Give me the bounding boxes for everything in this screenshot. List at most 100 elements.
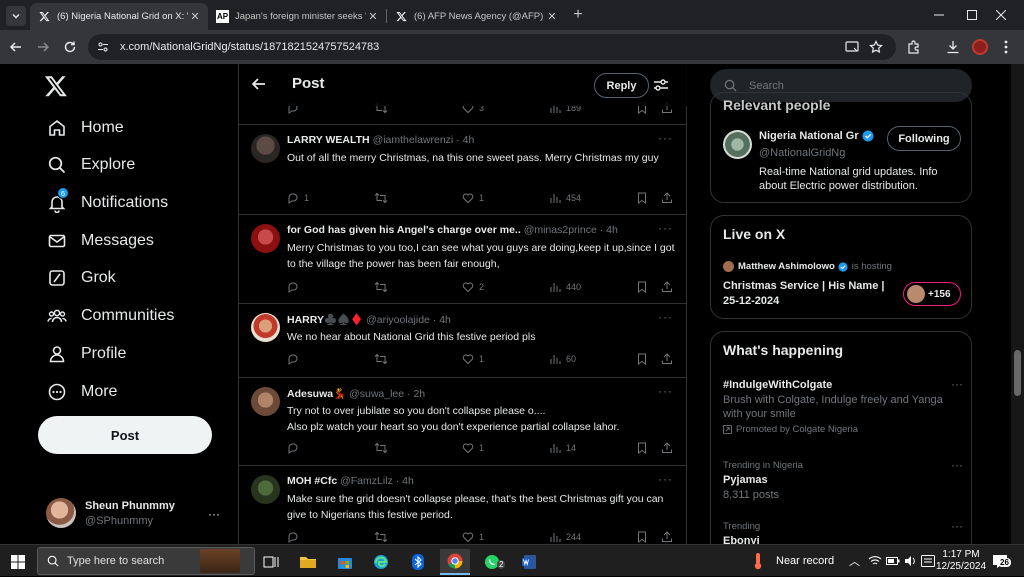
- like-action[interactable]: 1: [462, 530, 484, 544]
- language-icon[interactable]: [921, 545, 935, 577]
- reply-post[interactable]: MOH #Cfc @FamzLilz · 4h ··· Make sure th…: [239, 466, 687, 544]
- reply-action[interactable]: [287, 530, 299, 544]
- share-action[interactable]: [661, 280, 673, 294]
- timestamp[interactable]: 4h: [606, 224, 618, 236]
- nav-communities[interactable]: Communities: [46, 304, 174, 328]
- reply-action[interactable]: [287, 441, 299, 455]
- like-action[interactable]: 1: [462, 191, 484, 205]
- avatar[interactable]: [251, 387, 280, 416]
- live-listeners-pill[interactable]: +156: [903, 282, 961, 306]
- install-app-icon[interactable]: [842, 37, 862, 57]
- windows-start-icon[interactable]: [3, 549, 33, 575]
- more-dots-icon[interactable]: ···: [208, 507, 220, 521]
- whatsapp-icon[interactable]: 2: [477, 549, 507, 575]
- chrome-taskbar-icon[interactable]: [440, 549, 470, 575]
- reply-post[interactable]: LARRY WEALTH @iamthelawrenzi · 4h ··· Ou…: [239, 125, 687, 215]
- store-icon[interactable]: [330, 549, 360, 575]
- trend-item[interactable]: Trending in Nigeria Pyjamas 8,311 posts …: [723, 458, 963, 502]
- taskbar-search-input[interactable]: Type here to search: [37, 547, 255, 575]
- bookmark-action[interactable]: [637, 441, 647, 455]
- timestamp[interactable]: 4h: [439, 314, 451, 326]
- share-action[interactable]: [661, 352, 673, 366]
- reply-post[interactable]: Adesuwa💃 @suwa_lee · 2h ··· Try not to o…: [239, 378, 687, 466]
- close-tab-icon[interactable]: ✕: [188, 10, 202, 23]
- avatar[interactable]: [251, 475, 280, 504]
- file-explorer-icon[interactable]: [293, 549, 323, 575]
- repost-action[interactable]: [374, 191, 388, 205]
- close-window-button[interactable]: [978, 0, 1024, 30]
- display-name[interactable]: LARRY WEALTH: [287, 134, 370, 146]
- bluetooth-icon[interactable]: [403, 549, 433, 575]
- more-dots-icon[interactable]: ···: [951, 377, 963, 391]
- avatar[interactable]: [723, 130, 752, 159]
- profile-name-row[interactable]: Nigeria National Gr: [759, 130, 874, 142]
- avatar[interactable]: [251, 224, 280, 253]
- bookmark-action[interactable]: [637, 280, 647, 294]
- notification-center-icon[interactable]: 26: [992, 545, 1011, 577]
- more-dots-icon[interactable]: ···: [951, 458, 963, 472]
- like-action[interactable]: 1: [462, 352, 484, 366]
- site-info-icon[interactable]: [94, 38, 112, 56]
- repost-action[interactable]: [374, 352, 388, 366]
- trend-item[interactable]: Trending Ebonyi ···: [723, 519, 963, 544]
- timestamp[interactable]: 2h: [413, 388, 425, 400]
- trend-item[interactable]: #IndulgeWithColgate Brush with Colgate, …: [723, 377, 963, 435]
- nav-grok[interactable]: Grok: [46, 266, 116, 290]
- tray-chevron-up-icon[interactable]: ︿: [849, 545, 860, 577]
- nav-profile[interactable]: Profile: [46, 342, 126, 366]
- more-dots-icon[interactable]: ···: [658, 131, 673, 145]
- bookmark-action[interactable]: [637, 191, 647, 205]
- scrollbar-thumb[interactable]: [1014, 350, 1021, 396]
- close-tab-icon[interactable]: ✕: [366, 10, 380, 23]
- nav-explore[interactable]: Explore: [46, 153, 135, 177]
- reply-post[interactable]: HARRY♣️♠️♦️ @ariyoolajide · 4h ··· We no…: [239, 304, 687, 378]
- bookmark-action[interactable]: [637, 530, 647, 544]
- views-action[interactable]: 440: [549, 280, 581, 294]
- share-action[interactable]: [661, 441, 673, 455]
- volume-icon[interactable]: [904, 545, 918, 577]
- new-tab-button[interactable]: +: [569, 6, 587, 24]
- more-dots-icon[interactable]: ···: [658, 310, 673, 324]
- live-title[interactable]: Christmas Service | His Name | 25-12-202…: [723, 279, 893, 309]
- handle[interactable]: @ariyoolajide: [366, 314, 430, 326]
- forward-button[interactable]: [33, 37, 53, 57]
- following-button[interactable]: Following: [887, 126, 961, 151]
- repost-action[interactable]: [374, 530, 388, 544]
- bookmark-action[interactable]: [637, 352, 647, 366]
- handle[interactable]: @FamzLilz: [340, 475, 393, 487]
- network-icon[interactable]: [868, 545, 882, 577]
- more-dots-icon[interactable]: ···: [658, 221, 673, 235]
- timestamp[interactable]: 4h: [463, 134, 475, 146]
- clock[interactable]: 1:17 PM 12/25/2024: [936, 545, 986, 577]
- more-dots-icon[interactable]: ···: [658, 384, 673, 398]
- sliders-icon[interactable]: [653, 77, 671, 95]
- like-action[interactable]: 1: [462, 441, 484, 455]
- address-bar[interactable]: x.com/NationalGridNg/status/187182152475…: [88, 34, 896, 60]
- profile-avatar-icon[interactable]: [970, 37, 990, 57]
- back-arrow-icon[interactable]: [251, 76, 269, 94]
- download-icon[interactable]: [943, 37, 963, 57]
- views-action[interactable]: 244: [549, 530, 581, 544]
- share-action[interactable]: [661, 530, 673, 544]
- close-tab-icon[interactable]: ✕: [545, 10, 559, 23]
- profile-handle[interactable]: @NationalGridNg: [759, 147, 845, 159]
- reload-button[interactable]: [60, 37, 80, 57]
- handle[interactable]: @minas2prince: [524, 224, 597, 236]
- task-view-icon[interactable]: [256, 549, 286, 575]
- share-action[interactable]: [661, 191, 673, 205]
- account-switcher[interactable]: Sheun Phunmmy @SPhunmmy ···: [46, 494, 226, 532]
- browser-menu-icon[interactable]: [996, 37, 1016, 57]
- reply-post[interactable]: for God has given his Angel's charge ove…: [239, 215, 687, 304]
- browser-tab-3[interactable]: (6) AFP News Agency (@AFP) / ✕: [387, 3, 565, 30]
- views-action[interactable]: 60: [549, 352, 576, 366]
- timestamp[interactable]: 4h: [402, 475, 414, 487]
- views-action[interactable]: 14: [549, 441, 576, 455]
- more-dots-icon[interactable]: ···: [951, 519, 963, 533]
- battery-icon[interactable]: [886, 545, 900, 577]
- avatar[interactable]: [251, 134, 280, 163]
- reply-action[interactable]: 1: [287, 191, 309, 205]
- page-scrollbar[interactable]: [1011, 64, 1024, 544]
- bookmark-star-icon[interactable]: [866, 37, 886, 57]
- reply-button[interactable]: Reply: [594, 73, 649, 98]
- reply-action[interactable]: [287, 280, 299, 294]
